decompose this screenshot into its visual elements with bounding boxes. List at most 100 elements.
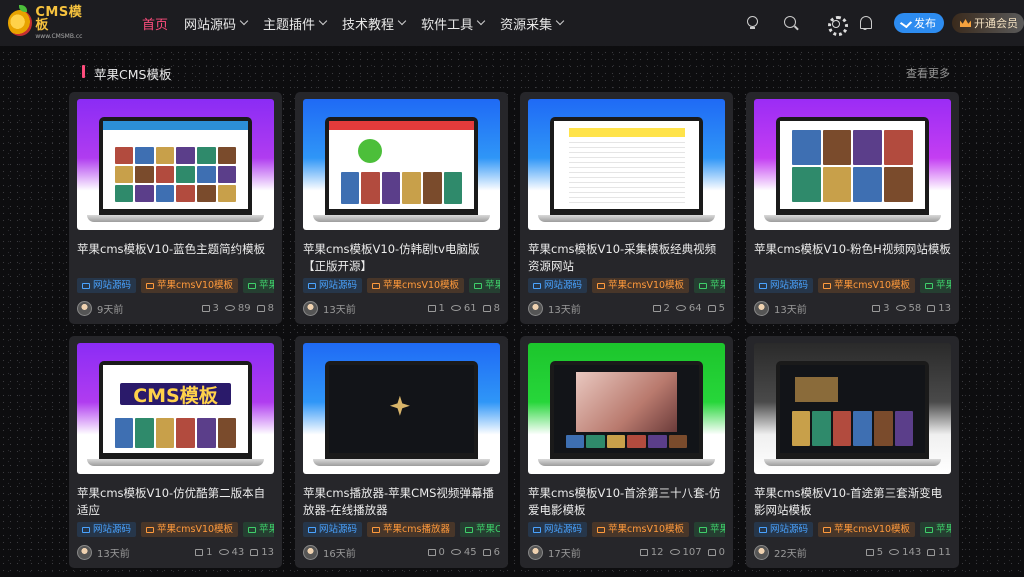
- post-meta: 9天前 3 89 8: [77, 300, 274, 316]
- post-card[interactable]: CMS模板 苹果cms模板V10-仿优酷第二版本自适应 网站源码 苹果cmsV1…: [69, 336, 282, 568]
- tag-label: 苹果CMS: [710, 280, 725, 291]
- search-icon[interactable]: [783, 15, 799, 31]
- nav-themes-plugins[interactable]: 主题插件: [263, 14, 328, 33]
- laptop-mockup: [776, 117, 929, 217]
- view-count-value: 61: [463, 302, 477, 314]
- tag[interactable]: 苹果cmsV10模板: [818, 278, 916, 293]
- lightbulb-icon[interactable]: [744, 15, 760, 31]
- pen-icon: [899, 17, 913, 29]
- tag[interactable]: 苹果CMS: [694, 278, 725, 293]
- nav-software-tools[interactable]: 软件工具: [421, 14, 486, 33]
- tag[interactable]: 苹果cmsV10模板: [141, 278, 239, 293]
- tag[interactable]: 苹果cms播放器: [367, 522, 455, 537]
- view-count-value: 43: [231, 546, 245, 558]
- post-thumbnail[interactable]: [528, 99, 725, 230]
- post-card[interactable]: 苹果cms模板V10-首途第三套渐变电影网站模板 网站源码 苹果cmsV10模板…: [746, 336, 959, 568]
- tag[interactable]: 网站源码: [303, 522, 363, 537]
- post-time: 13天前: [774, 304, 807, 316]
- main-nav: 首页 网站源码 主题插件 技术教程 软件工具 资源采集: [142, 0, 579, 46]
- like-count: 8: [256, 303, 274, 314]
- tag-list: 网站源码 苹果cmsV10模板 苹果CMS: [754, 522, 951, 537]
- post-title[interactable]: 苹果cms模板V10-首涂第三十八套-仿爱电影模板: [528, 485, 725, 519]
- post-title[interactable]: 苹果cms模板V10-仿韩剧tv电脑版【正版开源】: [303, 241, 500, 275]
- folder-icon: [699, 526, 708, 533]
- like-count-value: 5: [718, 302, 725, 314]
- tag-label: 苹果cmsV10模板: [608, 280, 685, 291]
- avatar[interactable]: [528, 544, 543, 560]
- tag[interactable]: 苹果cmsV10模板: [592, 522, 690, 537]
- post-card[interactable]: 苹果cms模板V10-采集模板经典视频资源网站 网站源码 苹果cmsV10模板 …: [520, 92, 733, 324]
- avatar[interactable]: [303, 300, 318, 316]
- laptop-screen: [554, 121, 699, 209]
- avatar[interactable]: [303, 544, 318, 560]
- tag-label: 苹果cmsV10模板: [834, 280, 911, 291]
- nav-tutorials[interactable]: 技术教程: [342, 14, 407, 33]
- post-title[interactable]: 苹果cms模板V10-仿优酷第二版本自适应: [77, 485, 274, 519]
- comment-icon: [195, 548, 204, 556]
- post-card[interactable]: 苹果cms模板V10-粉色H视频网站模板 网站源码 苹果cmsV10模板 苹果C…: [746, 92, 959, 324]
- post-thumbnail[interactable]: [77, 99, 274, 230]
- post-time: 9天前: [97, 304, 124, 316]
- tag[interactable]: 苹果CMS: [243, 522, 274, 537]
- tag[interactable]: 网站源码: [754, 522, 814, 537]
- folder-icon: [597, 526, 606, 533]
- tag[interactable]: 网站源码: [754, 278, 814, 293]
- post-title[interactable]: 苹果cms模板V10-首途第三套渐变电影网站模板: [754, 485, 951, 519]
- publish-button[interactable]: 发布: [894, 13, 944, 33]
- tag[interactable]: 苹果cmsV10模板: [141, 522, 239, 537]
- avatar[interactable]: [528, 300, 543, 316]
- tag[interactable]: 苹果cmsV10模板: [367, 278, 465, 293]
- view-count: 107: [669, 547, 702, 558]
- tag[interactable]: 苹果cmsV10模板: [592, 278, 690, 293]
- tag[interactable]: 苹果CMS: [243, 278, 274, 293]
- section-title: 苹果CMS模板: [94, 67, 172, 82]
- post-thumbnail[interactable]: [754, 343, 951, 474]
- tag[interactable]: 网站源码: [528, 278, 588, 293]
- comment-count-value: 2: [663, 302, 670, 314]
- tag[interactable]: 苹果CMS: [469, 278, 500, 293]
- tag[interactable]: 网站源码: [77, 278, 137, 293]
- tag[interactable]: 苹果CMS: [459, 522, 500, 537]
- tag-label: 网站源码: [544, 524, 583, 535]
- avatar[interactable]: [77, 544, 92, 560]
- post-thumbnail[interactable]: CMS模板: [77, 343, 274, 474]
- post-title[interactable]: 苹果cms模板V10-采集模板经典视频资源网站: [528, 241, 725, 275]
- tag[interactable]: 苹果cmsV10模板: [818, 522, 916, 537]
- tag[interactable]: 苹果CMS: [694, 522, 725, 537]
- nav-resource-collect[interactable]: 资源采集: [500, 14, 565, 33]
- tag[interactable]: 网站源码: [303, 278, 363, 293]
- post-time: 13天前: [323, 304, 356, 316]
- post-thumbnail[interactable]: [528, 343, 725, 474]
- avatar[interactable]: [754, 300, 769, 316]
- post-thumbnail[interactable]: [754, 99, 951, 230]
- avatar[interactable]: [77, 300, 92, 316]
- post-card[interactable]: 苹果cms模板V10-首涂第三十八套-仿爱电影模板 网站源码 苹果cmsV10模…: [520, 336, 733, 568]
- avatar[interactable]: [754, 544, 769, 560]
- like-count: 0: [707, 547, 725, 558]
- nav-source-code[interactable]: 网站源码: [184, 14, 249, 33]
- post-thumbnail[interactable]: [303, 343, 500, 474]
- comment-icon: [427, 548, 436, 556]
- laptop-base: [538, 215, 715, 222]
- post-thumbnail[interactable]: [303, 99, 500, 230]
- post-card[interactable]: 苹果cms模板V10-仿韩剧tv电脑版【正版开源】 网站源码 苹果cmsV10模…: [295, 92, 508, 324]
- post-title[interactable]: 苹果cms模板V10-蓝色主题简约模板: [77, 241, 274, 258]
- nav-home[interactable]: 首页: [142, 14, 168, 33]
- post-card[interactable]: 苹果cms模板V10-蓝色主题简约模板 网站源码 苹果cmsV10模板 苹果CM…: [69, 92, 282, 324]
- post-stats: 12 107 0: [634, 547, 725, 558]
- post-title[interactable]: 苹果cms播放器-苹果CMS视频弹幕播放器-在线播放器: [303, 485, 500, 519]
- tag[interactable]: 苹果CMS: [920, 278, 951, 293]
- tag[interactable]: 网站源码: [77, 522, 137, 537]
- tag[interactable]: 网站源码: [528, 522, 588, 537]
- tag[interactable]: 苹果CMS: [920, 522, 951, 537]
- player-logo-icon: [389, 395, 410, 416]
- gear-icon[interactable]: [827, 15, 848, 36]
- post-title[interactable]: 苹果cms模板V10-粉色H视频网站模板: [754, 241, 951, 258]
- post-card[interactable]: 苹果cms播放器-苹果CMS视频弹幕播放器-在线播放器 网站源码 苹果cms播放…: [295, 336, 508, 568]
- site-logo[interactable]: CMS模板 www.CMSMB.cc: [8, 5, 92, 40]
- bell-icon[interactable]: [857, 15, 873, 31]
- view-more-link[interactable]: 查看更多: [906, 65, 950, 81]
- laptop-base: [538, 459, 715, 466]
- vip-button[interactable]: 开通会员: [952, 13, 1024, 33]
- post-stats: 3 89 8: [196, 303, 274, 314]
